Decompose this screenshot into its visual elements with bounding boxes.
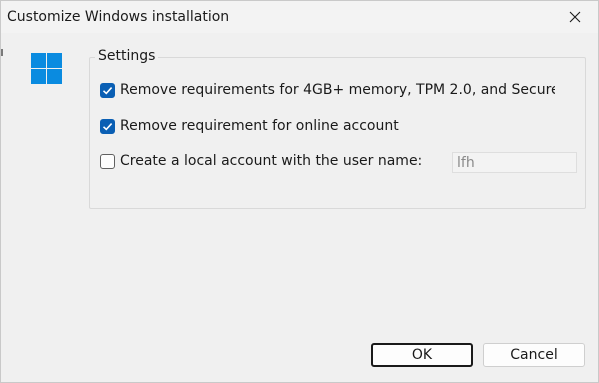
windows-logo-icon: [31, 53, 62, 84]
create-local-account-label: Create a local account with the user nam…: [120, 153, 423, 169]
settings-group-label: Settings: [95, 48, 159, 64]
remove-online-account-checkbox[interactable]: [100, 118, 115, 134]
remove-online-account-label: Remove requirement for online account: [120, 118, 399, 134]
ok-button[interactable]: OK: [371, 343, 473, 367]
remove-hw-requirements-label: Remove requirements for 4GB+ memory, TPM…: [120, 82, 555, 98]
background-window-edge: [1, 49, 3, 56]
remove-hw-requirements-option[interactable]: Remove requirements for 4GB+ memory, TPM…: [100, 81, 555, 99]
close-icon: [569, 11, 581, 23]
title-bar[interactable]: Customize Windows installation: [1, 1, 598, 33]
remove-hw-requirements-checkbox[interactable]: [100, 82, 115, 98]
checkmark-icon: [102, 122, 113, 131]
local-username-input[interactable]: [452, 152, 577, 173]
create-local-account-checkbox[interactable]: [100, 153, 115, 169]
close-button[interactable]: [552, 1, 598, 33]
remove-online-account-option[interactable]: Remove requirement for online account: [100, 117, 399, 135]
dialog-window: Customize Windows installation Settings …: [0, 0, 599, 383]
checkmark-icon: [102, 86, 113, 95]
create-local-account-option[interactable]: Create a local account with the user nam…: [100, 152, 422, 170]
cancel-button[interactable]: Cancel: [483, 343, 585, 367]
window-title: Customize Windows installation: [7, 9, 230, 25]
